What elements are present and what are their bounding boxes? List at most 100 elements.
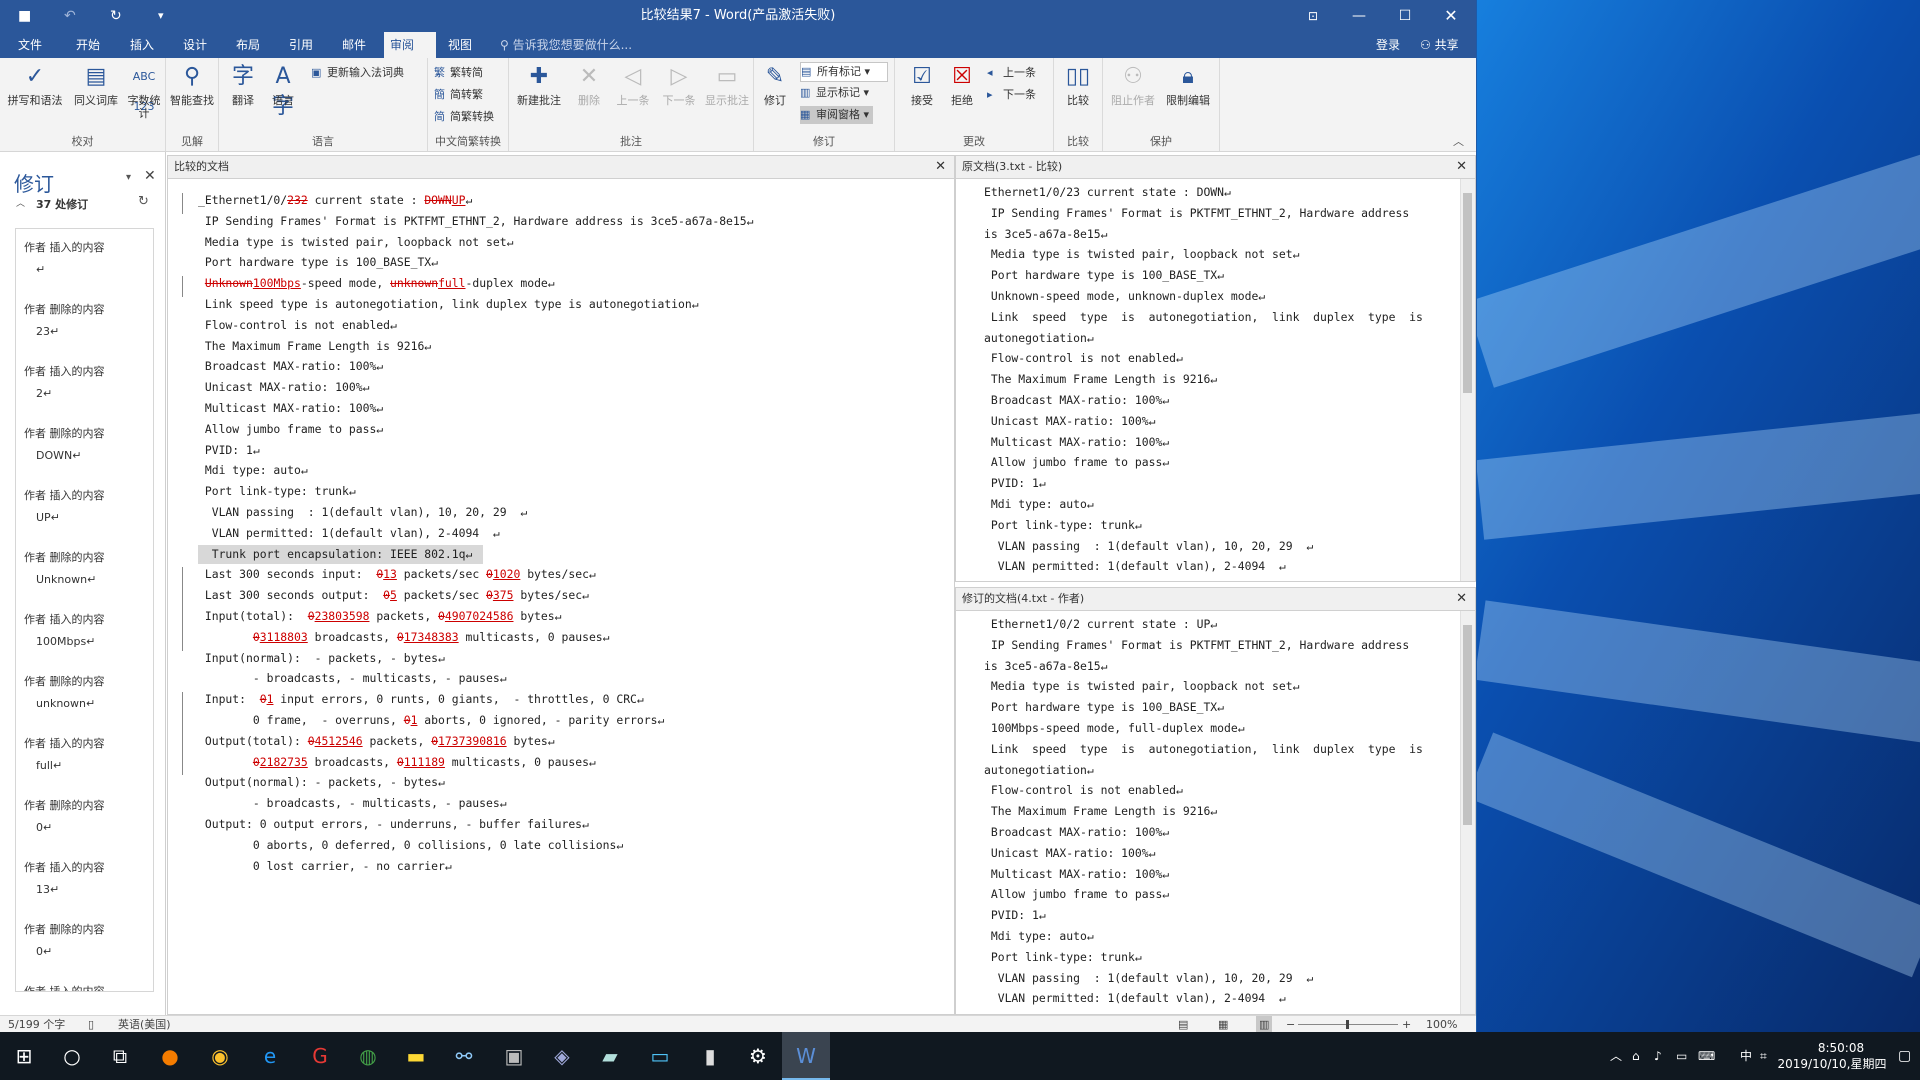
proofing-icon[interactable]: ▯ bbox=[88, 1016, 94, 1033]
word-count[interactable]: 5/199 个字 bbox=[8, 1016, 65, 1033]
print-layout-icon[interactable]: ▦ bbox=[1218, 1016, 1228, 1033]
close-icon[interactable]: ✕ bbox=[1428, 0, 1474, 32]
settings-gear-icon[interactable]: ⚙ bbox=[734, 1032, 782, 1080]
edge-icon[interactable]: e bbox=[246, 1032, 294, 1080]
word-count-button[interactable]: ABC 123 字数统计 bbox=[126, 62, 162, 120]
show-markup-button[interactable]: ▥ 显示标记 ▾ bbox=[800, 84, 869, 102]
markup-dropdown[interactable]: ▤ 所有标记 ▾ bbox=[800, 62, 888, 82]
tab-home[interactable]: 开始 bbox=[70, 32, 106, 58]
next-change-button[interactable]: ▸ 下一条 bbox=[987, 86, 1036, 104]
show-comments-button[interactable]: ▭ 显示批注 bbox=[703, 62, 751, 107]
revision-item[interactable]: 作者 插入的内容 13↵ bbox=[24, 859, 105, 896]
revision-item[interactable]: 作者 插入的内容 UP↵ bbox=[24, 487, 105, 524]
revision-item[interactable]: 作者 删除的内容 DOWN↵ bbox=[24, 425, 105, 462]
tray-overflow-icon[interactable]: ︿ bbox=[1610, 1032, 1622, 1080]
zoom-level[interactable]: 100% bbox=[1426, 1016, 1457, 1033]
collapse-icon[interactable]: ︿ bbox=[16, 196, 25, 209]
revision-item[interactable]: 作者 插入的内容 100Mbps↵ bbox=[24, 611, 105, 648]
tab-references[interactable]: 引用 bbox=[283, 32, 319, 58]
tab-mailings[interactable]: 邮件 bbox=[336, 32, 372, 58]
revision-item[interactable]: 作者 删除的内容 Unknown↵ bbox=[24, 549, 105, 586]
revision-item[interactable]: 作者 删除的内容 0↵ bbox=[24, 921, 105, 958]
notification-icon[interactable]: ▢ bbox=[1898, 1032, 1911, 1080]
original-close-icon[interactable]: ✕ bbox=[1456, 156, 1467, 178]
read-mode-icon[interactable]: ▤ bbox=[1178, 1016, 1188, 1033]
compared-close-icon[interactable]: ✕ bbox=[935, 156, 946, 178]
tab-review[interactable]: 审阅 bbox=[384, 32, 436, 58]
login-link[interactable]: 登录 bbox=[1370, 32, 1406, 58]
battery-tray-icon[interactable]: ▭ bbox=[1676, 1032, 1687, 1080]
clock-date[interactable]: 2019/10/10,星期四 bbox=[1768, 1040, 1896, 1080]
restrict-editing-button[interactable]: 🔒︎ 限制编辑 bbox=[1161, 62, 1215, 107]
network-tray-icon[interactable]: ⌂ bbox=[1632, 1032, 1640, 1080]
revision-item[interactable]: 作者 删除的内容 0↵ bbox=[24, 797, 105, 834]
reviewing-pane-button[interactable]: ▦ 审阅窗格 ▾ bbox=[800, 106, 874, 124]
ribbon-display-icon[interactable]: ⊡ bbox=[1290, 0, 1336, 32]
task-view-icon[interactable]: ⧉ bbox=[96, 1032, 144, 1080]
original-document-body[interactable]: Ethernet1/0/23 current state : DOWN↵ IP … bbox=[956, 179, 1461, 581]
block-authors-button[interactable]: ⚇ 阻止作者 bbox=[1107, 62, 1159, 107]
tab-insert[interactable]: 插入 bbox=[124, 32, 160, 58]
terminal-icon[interactable]: ▮ bbox=[686, 1032, 734, 1080]
revision-item[interactable]: 作者 插入的内容 ↵ bbox=[24, 239, 105, 276]
ime-indicator[interactable]: 中 bbox=[1740, 1032, 1752, 1080]
revision-item[interactable]: 作者 插入的内容 bbox=[24, 983, 105, 991]
compare-button[interactable]: ▯▯ 比较 bbox=[1060, 62, 1096, 107]
keyboard-tray-icon[interactable]: ⌨ bbox=[1698, 1032, 1715, 1080]
minimize-icon[interactable]: — bbox=[1336, 0, 1382, 32]
revision-item[interactable]: 作者 插入的内容 2↵ bbox=[24, 363, 105, 400]
remote-app-icon[interactable]: ◈ bbox=[538, 1032, 586, 1080]
delete-comment-button[interactable]: ✕ 删除 bbox=[569, 62, 609, 107]
revised-close-icon[interactable]: ✕ bbox=[1456, 588, 1467, 610]
maximize-icon[interactable]: ☐ bbox=[1382, 0, 1428, 32]
tab-layout[interactable]: 布局 bbox=[230, 32, 266, 58]
window-app-icon[interactable]: ▭ bbox=[636, 1032, 684, 1080]
to-traditional-button[interactable]: 簡简转繁 bbox=[434, 86, 483, 104]
refresh-icon[interactable]: ↻ bbox=[138, 194, 149, 209]
app-green-icon[interactable]: ◍ bbox=[344, 1032, 392, 1080]
share-button[interactable]: ⚇ 共享 bbox=[1414, 32, 1465, 58]
web-layout-icon[interactable]: ▥ bbox=[1256, 1016, 1273, 1033]
cortana-icon[interactable]: ○ bbox=[48, 1032, 96, 1080]
zoom-slider-thumb[interactable] bbox=[1346, 1020, 1349, 1029]
thesaurus-button[interactable]: ▤ 同义词库 bbox=[68, 62, 124, 107]
pane-close-icon[interactable]: ✕ bbox=[144, 168, 156, 184]
ime-mode-icon[interactable]: ⌗ bbox=[1760, 1032, 1767, 1080]
collapse-ribbon-icon[interactable]: ︿ bbox=[1453, 133, 1464, 149]
revised-scroll-thumb[interactable] bbox=[1463, 625, 1472, 825]
zoom-out-icon[interactable]: − bbox=[1286, 1016, 1295, 1033]
accept-button[interactable]: ☑ 接受 bbox=[903, 62, 941, 107]
next-comment-button[interactable]: ▷ 下一条 bbox=[657, 62, 701, 107]
to-simplified-button[interactable]: 繁繁转简 bbox=[434, 64, 483, 82]
new-comment-button[interactable]: ✚ 新建批注 bbox=[513, 62, 565, 107]
update-ime-button[interactable]: ▣ 更新输入法词典 bbox=[311, 64, 404, 82]
original-scrollbar[interactable] bbox=[1460, 179, 1475, 581]
convert-button[interactable]: 简简繁转换 bbox=[434, 108, 494, 126]
volume-tray-icon[interactable]: ♪ bbox=[1654, 1032, 1662, 1080]
notes-app-icon[interactable]: ▰ bbox=[586, 1032, 634, 1080]
smart-lookup-button[interactable]: ⚲ 智能查找 bbox=[170, 62, 214, 107]
start-icon[interactable]: ⊞ bbox=[0, 1032, 48, 1080]
spelling-button[interactable]: ✓ 拼写和语法 bbox=[4, 62, 66, 107]
previous-comment-button[interactable]: ◁ 上一条 bbox=[611, 62, 655, 107]
reject-button[interactable]: ☒ 拒绝 bbox=[943, 62, 981, 107]
revision-item[interactable]: 作者 插入的内容 full↵ bbox=[24, 735, 105, 772]
app-red-icon[interactable]: G bbox=[296, 1032, 344, 1080]
revised-document-body[interactable]: Ethernet1/0/2 current state : UP↵ IP Sen… bbox=[956, 611, 1461, 1014]
pane-options-icon[interactable]: ▾ bbox=[126, 172, 131, 183]
language-status[interactable]: 英语(美国) bbox=[118, 1016, 171, 1033]
revision-item[interactable]: 作者 删除的内容 unknown↵ bbox=[24, 673, 105, 710]
original-scroll-thumb[interactable] bbox=[1463, 193, 1472, 393]
language-button[interactable]: A字 语言 bbox=[265, 62, 301, 119]
tool-app-icon[interactable]: ▣ bbox=[490, 1032, 538, 1080]
revision-item[interactable]: 作者 删除的内容 23↵ bbox=[24, 301, 105, 338]
translate-button[interactable]: 字翻译 bbox=[225, 62, 261, 107]
tell-me-search[interactable]: ⚲ 告诉我您想要做什么... bbox=[500, 32, 632, 58]
file-explorer-icon[interactable]: ▬ bbox=[392, 1032, 440, 1080]
network-app-icon[interactable]: ⚯ bbox=[440, 1032, 488, 1080]
revised-scrollbar[interactable] bbox=[1460, 611, 1475, 1014]
tab-view[interactable]: 视图 bbox=[442, 32, 478, 58]
track-changes-button[interactable]: ✎ 修订 bbox=[758, 62, 792, 107]
chrome-icon[interactable]: ◉ bbox=[196, 1032, 244, 1080]
word-taskbar-icon[interactable]: W bbox=[782, 1032, 830, 1080]
